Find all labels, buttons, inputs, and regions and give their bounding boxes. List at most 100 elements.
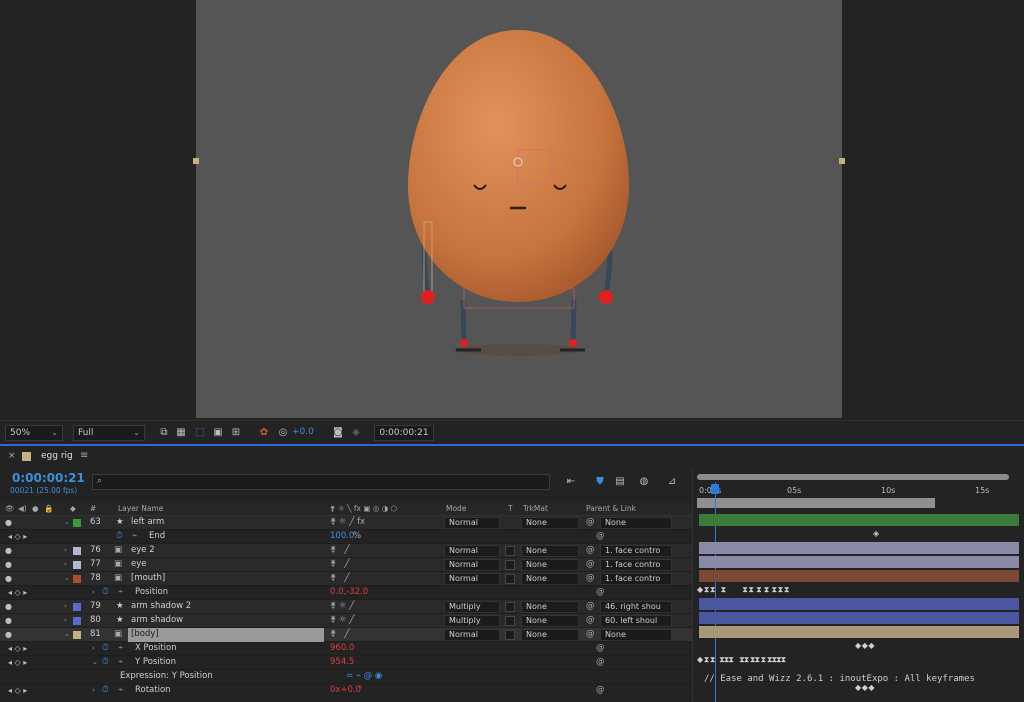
work-area-bar[interactable]: [697, 498, 935, 508]
keyframe-row-rotation[interactable]: ◆ ◆ ◆: [855, 683, 875, 692]
pickwhip-icon[interactable]: @: [586, 545, 595, 555]
preserve-transparency-checkbox[interactable]: [505, 546, 515, 556]
keyframe-row-x-position[interactable]: ◆ ◆ ◆: [855, 641, 875, 650]
layer-bar-mouth[interactable]: [699, 570, 1019, 582]
stopwatch-icon[interactable]: ⏱: [102, 685, 109, 695]
work-area-navigator[interactable]: [697, 474, 1009, 480]
property-value[interactable]: 0x+0.0: [330, 685, 361, 695]
label-color-swatch[interactable]: [73, 547, 81, 555]
switches-icons[interactable]: ⚵ ☼ ╱: [330, 601, 354, 611]
parent-dropdown[interactable]: 1. face contro: [600, 573, 672, 585]
pickwhip-icon[interactable]: @: [586, 629, 595, 639]
trkmat-dropdown[interactable]: None: [521, 615, 579, 627]
pickwhip-icon[interactable]: @: [586, 559, 595, 569]
mode-dropdown[interactable]: Normal: [444, 559, 500, 571]
keyframe-icon[interactable]: ◈: [873, 529, 879, 538]
parent-dropdown[interactable]: 1. face contro: [600, 545, 672, 557]
preserve-transparency-checkbox[interactable]: [505, 630, 515, 640]
preserve-transparency-checkbox[interactable]: [505, 616, 515, 626]
layer-row[interactable]: ● › 76 ▣ eye 2 ⚵ ╱ Normal None @ 1. face…: [0, 544, 692, 558]
layer-bar-arm-shadow-2[interactable]: [699, 598, 1019, 610]
transparency-grid-icon[interactable]: ▦: [175, 427, 187, 439]
chevron-down-icon[interactable]: ⌄: [64, 630, 70, 638]
keyframe-nav-icon[interactable]: ◂ ◇ ▸: [8, 532, 27, 541]
switches-icons[interactable]: ⚵ ╱: [330, 573, 349, 583]
property-row[interactable]: ◂ ◇ ▸ ⏱ ⌁ End 100.0 % @: [0, 530, 692, 544]
chevron-right-icon[interactable]: ›: [92, 686, 95, 694]
stopwatch-icon[interactable]: ⏱: [102, 657, 109, 667]
stopwatch-icon[interactable]: ⏱: [116, 531, 123, 541]
preserve-transparency-checkbox[interactable]: [505, 602, 515, 612]
property-value[interactable]: 100.0: [330, 531, 354, 541]
switches-icons[interactable]: ⚵ ╱: [330, 629, 349, 639]
mode-dropdown[interactable]: Normal: [444, 517, 500, 529]
parent-dropdown[interactable]: 60. left shoul: [600, 615, 672, 627]
layer-bar-eye-2[interactable]: [699, 542, 1019, 554]
label-color-swatch[interactable]: [73, 617, 81, 625]
layer-name[interactable]: [body]: [131, 629, 159, 639]
parent-dropdown[interactable]: None: [600, 517, 672, 529]
layer-name[interactable]: arm shadow: [131, 615, 183, 625]
layer-row[interactable]: ● ⌄ 63 ★ left arm ⚵ ☼ ╱ fx Normal None @…: [0, 516, 692, 530]
layer-name[interactable]: [mouth]: [131, 573, 165, 583]
trkmat-dropdown[interactable]: None: [521, 545, 579, 557]
draft-3d-icon[interactable]: ⛊: [594, 476, 606, 488]
layer-name[interactable]: arm shadow 2: [131, 601, 191, 611]
eye-icon[interactable]: ●: [5, 616, 12, 625]
pickwhip-icon[interactable]: @: [586, 517, 595, 527]
mode-dropdown[interactable]: Multiply: [444, 615, 500, 627]
graph-icon[interactable]: ⌁: [118, 657, 123, 667]
keyframe-nav-icon[interactable]: ◂ ◇ ▸: [8, 588, 27, 597]
switches-icons[interactable]: ⚵ ☼ ╱ fx: [330, 517, 365, 527]
mode-dropdown[interactable]: Normal: [444, 545, 500, 557]
graph-icon[interactable]: ⌁: [118, 685, 123, 695]
pickwhip-icon[interactable]: @: [596, 657, 605, 667]
graph-icon[interactable]: ⌁: [132, 531, 137, 541]
mode-dropdown[interactable]: Multiply: [444, 601, 500, 613]
mode-dropdown[interactable]: Normal: [444, 629, 500, 641]
chevron-right-icon[interactable]: ›: [64, 546, 67, 554]
pickwhip-icon[interactable]: @: [586, 601, 595, 611]
keyframe-nav-icon[interactable]: ◂ ◇ ▸: [8, 644, 27, 653]
chevron-down-icon[interactable]: ⌄: [64, 574, 70, 582]
graph-icon[interactable]: ⌁: [118, 587, 123, 597]
zoom-dropdown[interactable]: 50% ⌄: [5, 425, 63, 441]
eye-icon[interactable]: ●: [5, 630, 12, 639]
eye-icon[interactable]: ●: [5, 518, 12, 527]
trkmat-dropdown[interactable]: None: [521, 601, 579, 613]
resolution-dropdown[interactable]: Full ⌄: [73, 425, 145, 441]
trkmat-dropdown[interactable]: None: [521, 517, 579, 529]
region-of-interest-icon[interactable]: ▣: [212, 427, 224, 439]
graph-icon[interactable]: ⌁: [118, 643, 123, 653]
layer-name[interactable]: left arm: [131, 517, 164, 527]
property-row[interactable]: ◂ ◇ ▸ ⌄ ⏱ ⌁ Y Position 954.5 @: [0, 656, 692, 670]
eye-icon[interactable]: ●: [5, 602, 12, 611]
eye-icon[interactable]: ●: [5, 574, 12, 583]
layer-row-selected[interactable]: ● ⌄ 81 ▣ [body] ⚵ ╱ Normal None @ None: [0, 628, 692, 642]
chevron-down-icon[interactable]: ⌄: [64, 518, 70, 526]
motion-blur-icon[interactable]: ◍: [638, 476, 650, 488]
property-row[interactable]: ◂ ◇ ▸ › ⏱ ⌁ Position 0.0,-32.0 @: [0, 586, 692, 600]
layer-bar-eye[interactable]: [699, 556, 1019, 568]
keyframe-nav-icon[interactable]: ◂ ◇ ▸: [8, 686, 27, 695]
expression-controls-icons[interactable]: = ⌁ @ ◉: [346, 671, 382, 681]
mode-dropdown[interactable]: Normal: [444, 573, 500, 585]
trkmat-dropdown[interactable]: None: [521, 629, 579, 641]
composition-viewer[interactable]: [0, 0, 1024, 420]
layer-row[interactable]: ● ⌄ 78 ▣ [mouth] ⚵ ╱ Normal None @ 1. fa…: [0, 572, 692, 586]
chevron-right-icon[interactable]: ›: [92, 588, 95, 596]
keyframe-row-y-position[interactable]: ◆ ⧗ ⧗ ⧗⧗⧗ ⧗⧗ ⧗⧗ ⧗ ⧗⧗⧗⧗: [697, 655, 786, 665]
hide-shy-layers-icon[interactable]: ▤: [614, 476, 626, 488]
exposure-reset-icon[interactable]: ◎: [277, 427, 289, 439]
layer-bar-left-arm[interactable]: [699, 514, 1019, 526]
right-edge-handle[interactable]: [839, 158, 845, 164]
pickwhip-icon[interactable]: @: [596, 587, 605, 597]
trkmat-dropdown[interactable]: None: [521, 559, 579, 571]
tab-egg-rig[interactable]: egg rig: [41, 451, 73, 461]
eye-icon[interactable]: ●: [5, 546, 12, 555]
expression-row[interactable]: Expression: Y Position = ⌁ @ ◉: [0, 670, 692, 684]
pickwhip-icon[interactable]: @: [586, 615, 595, 625]
switches-icons[interactable]: ⚵ ╱: [330, 545, 349, 555]
preserve-transparency-checkbox[interactable]: [505, 560, 515, 570]
property-row[interactable]: ◂ ◇ ▸ › ⏱ ⌁ Rotation 0x+0.0 ° @: [0, 684, 692, 698]
